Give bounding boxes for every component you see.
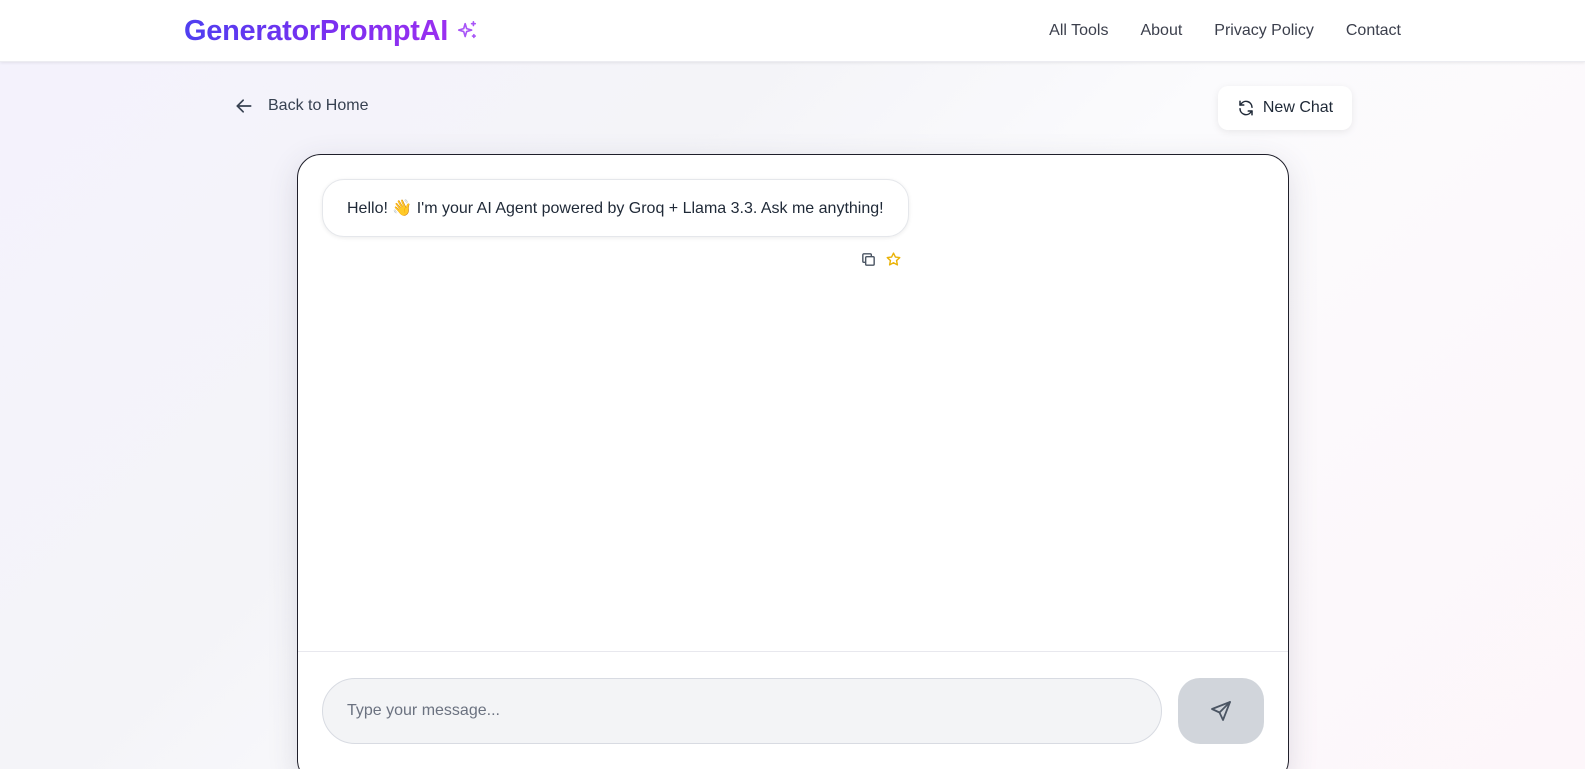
message-input[interactable] — [322, 678, 1162, 744]
chat-window: Hello! 👋 I'm your AI Agent powered by Gr… — [297, 154, 1289, 769]
assistant-message: Hello! 👋 I'm your AI Agent powered by Gr… — [322, 179, 909, 237]
logo[interactable]: GeneratorPromptAI — [184, 13, 478, 49]
new-chat-label: New Chat — [1262, 99, 1334, 116]
nav-contact[interactable]: Contact — [1346, 22, 1401, 40]
copy-icon — [862, 253, 875, 266]
new-chat-button[interactable]: New Chat — [1218, 86, 1352, 130]
back-to-home-label: Back to Home — [268, 97, 369, 114]
nav-about[interactable]: About — [1140, 22, 1182, 40]
logo-text[interactable]: GeneratorPromptAI — [184, 13, 448, 49]
nav-all-tools[interactable]: All Tools — [1049, 22, 1108, 40]
main-nav: All Tools About Privacy Policy Contact — [1049, 0, 1401, 62]
back-to-home-link[interactable]: Back to Home — [234, 96, 368, 116]
arrow-left-icon — [236, 99, 252, 113]
send-button[interactable] — [1178, 678, 1264, 744]
refresh-icon — [1239, 100, 1253, 116]
site-header: GeneratorPromptAI All Tools About Privac… — [0, 0, 1585, 62]
copy-button[interactable] — [860, 251, 877, 268]
message-text: Hello! 👋 I'm your AI Agent powered by Gr… — [347, 200, 884, 217]
star-icon — [886, 252, 901, 266]
chat-input-area — [298, 651, 1288, 769]
nav-privacy-policy[interactable]: Privacy Policy — [1214, 22, 1314, 40]
favorite-button[interactable] — [885, 251, 902, 268]
send-icon — [1211, 701, 1231, 721]
message-actions — [860, 251, 902, 268]
sparkles-icon — [457, 21, 477, 39]
